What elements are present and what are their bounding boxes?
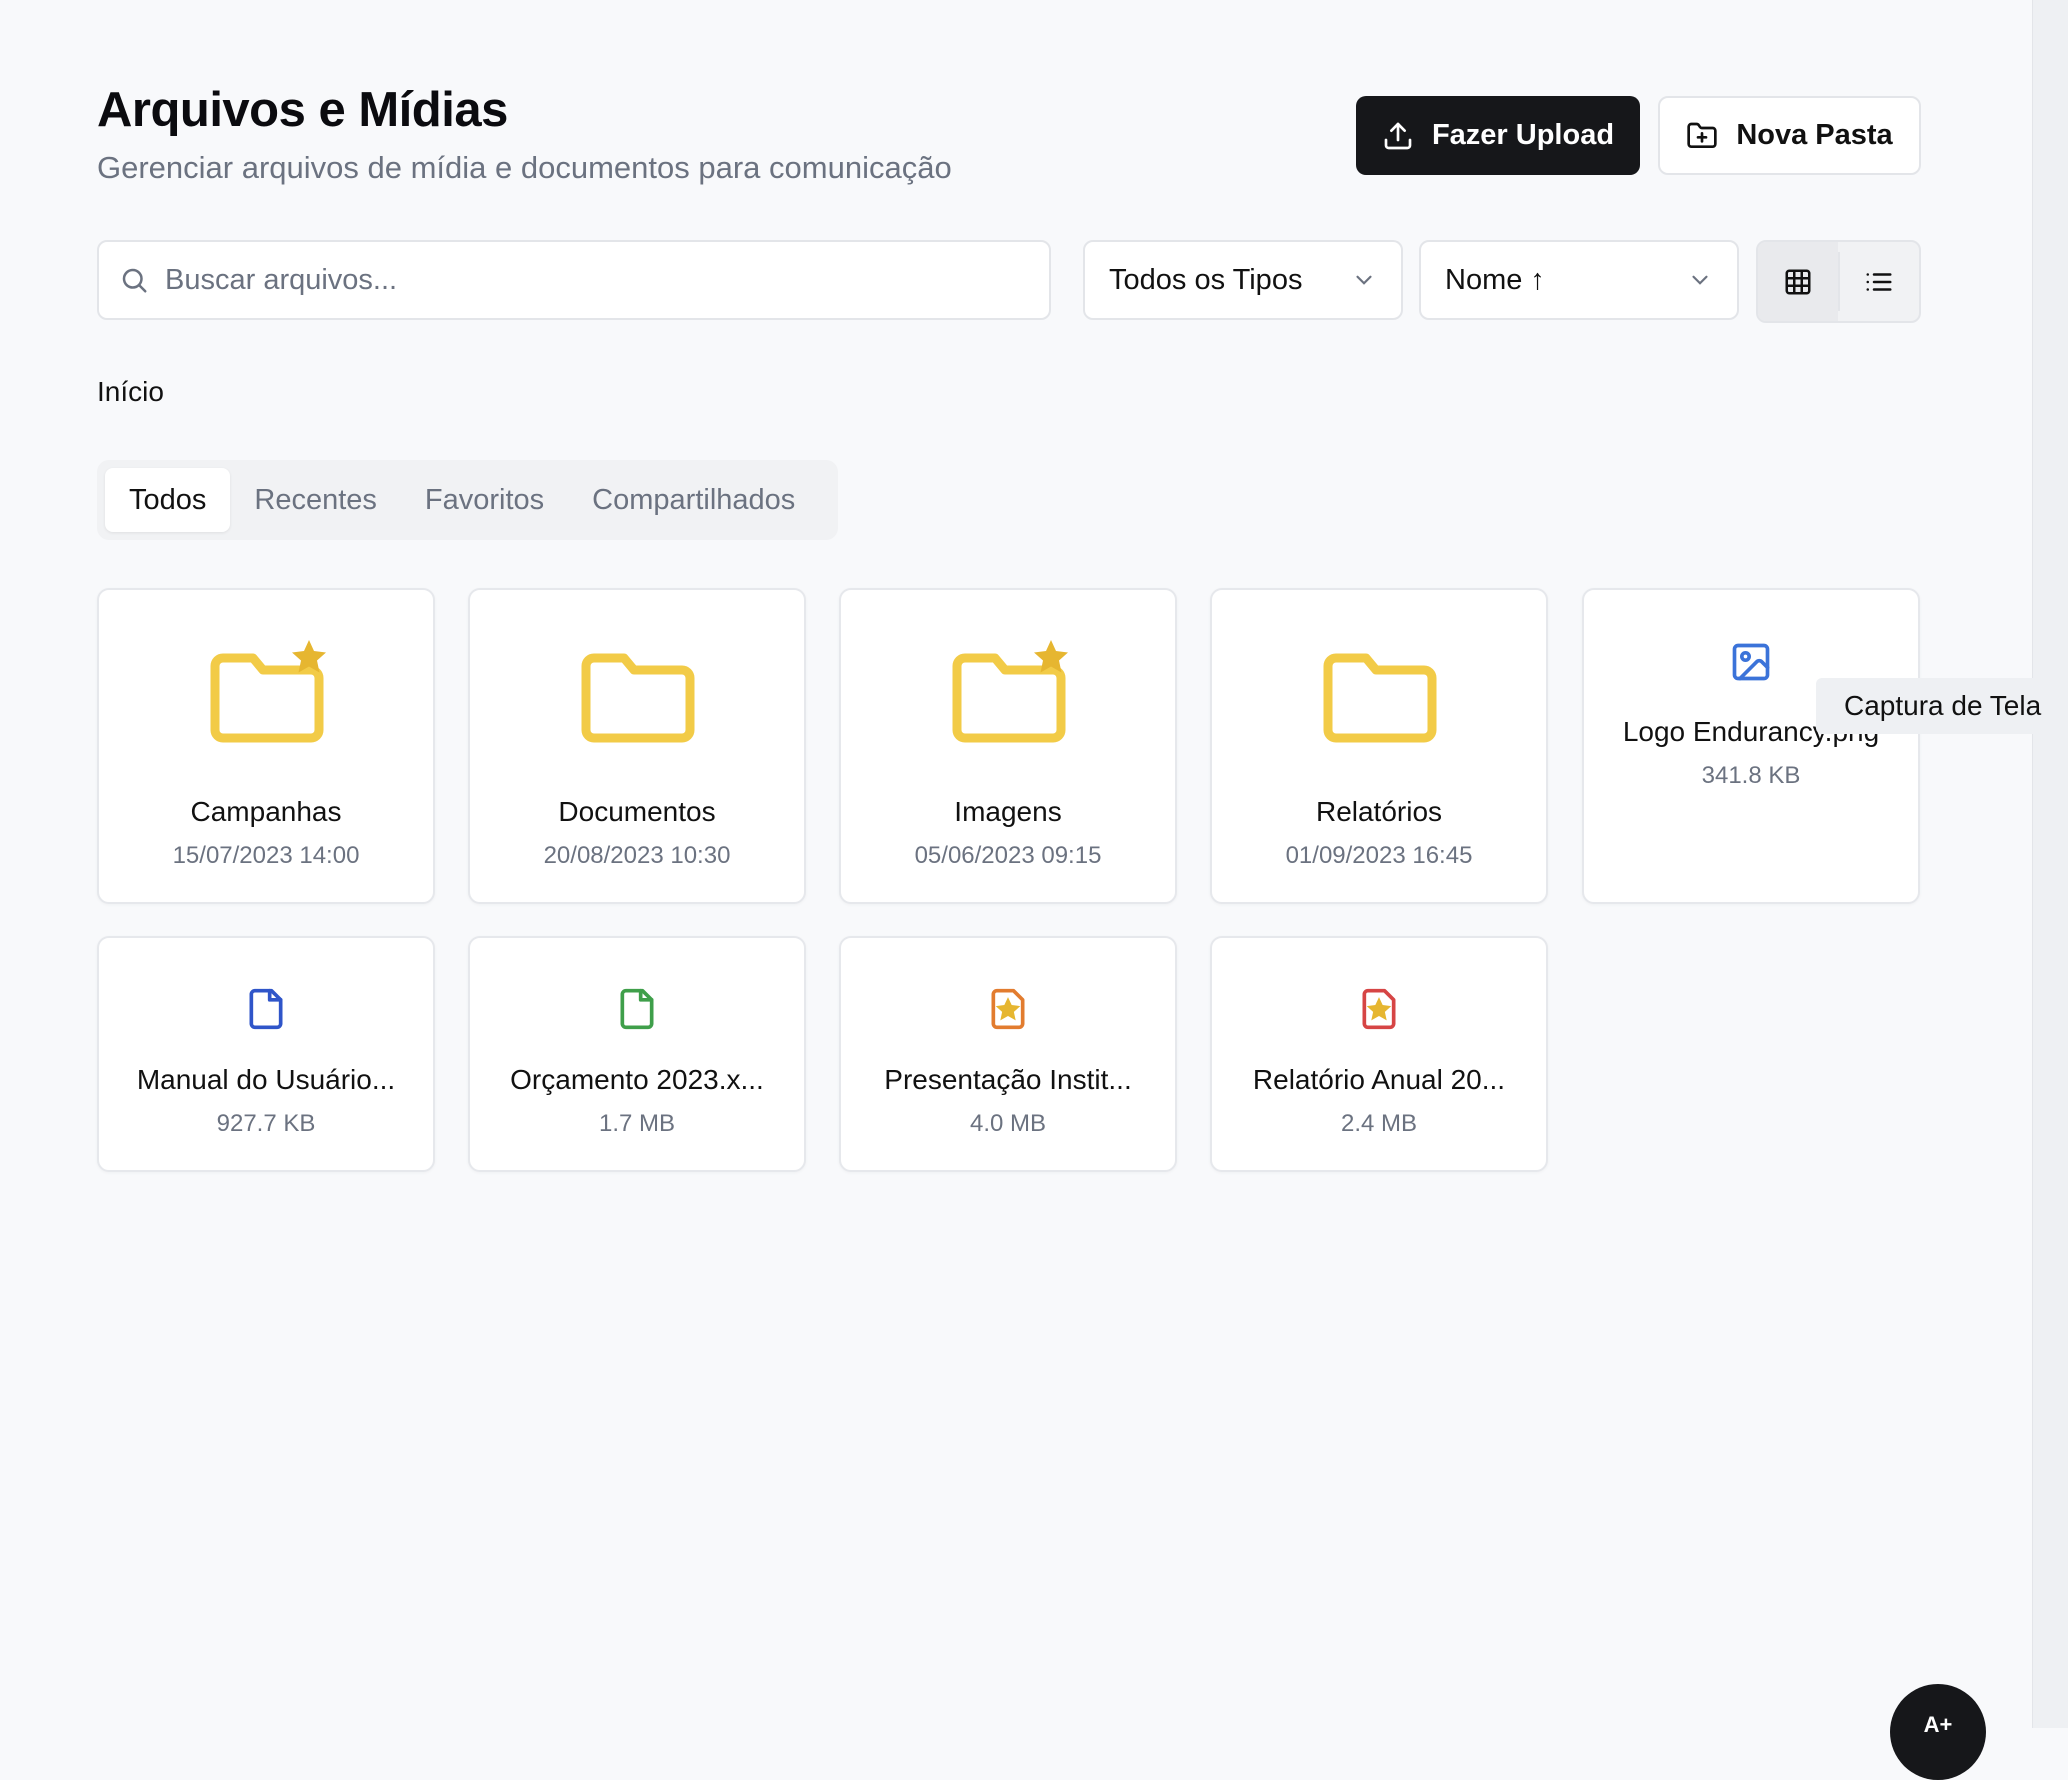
document-icon <box>249 988 283 1030</box>
grid-icon <box>1785 269 1811 294</box>
file-size: 341.8 KB <box>1701 762 1801 789</box>
pdf-icon <box>1362 988 1396 1030</box>
breadcrumb-home[interactable]: Início <box>97 376 164 408</box>
search-input[interactable] <box>163 262 1027 298</box>
tab-bar: Todos Recentes Favoritos Compartilhados <box>97 460 838 540</box>
view-toggle <box>1756 240 1921 323</box>
screenshot-tooltip: Captura de Tela <box>1816 678 2068 734</box>
star-icon <box>995 997 1021 1021</box>
folder-icon <box>581 653 695 743</box>
tab-recentes[interactable]: Recentes <box>230 468 401 532</box>
folder-date: 15/07/2023 14:00 <box>172 842 360 869</box>
type-filter-select[interactable]: Todos os Tipos <box>1083 240 1403 320</box>
folder-date: 20/08/2023 10:30 <box>543 842 731 869</box>
scrollbar[interactable] <box>2032 0 2068 1728</box>
folder-card-documentos[interactable]: Documentos 20/08/2023 10:30 <box>468 588 806 904</box>
folder-date: 05/06/2023 09:15 <box>914 842 1102 869</box>
file-name: Relatório Anual 20... <box>1252 1064 1506 1095</box>
file-card-manual[interactable]: Manual do Usuário... 927.7 KB <box>97 936 435 1172</box>
page-subtitle: Gerenciar arquivos de mídia e documentos… <box>97 150 952 185</box>
folder-name: Documentos <box>558 796 716 827</box>
new-folder-button[interactable]: Nova Pasta <box>1658 96 1921 175</box>
file-name: Orçamento 2023.x... <box>510 1064 764 1095</box>
upload-button[interactable]: Fazer Upload <box>1356 96 1640 175</box>
file-name: Presentação Instit... <box>884 1064 1132 1095</box>
fab-label: A+ <box>1923 1712 1953 1737</box>
file-manager-page: Arquivos e Mídias Gerenciar arquivos de … <box>0 0 2068 1780</box>
presentation-icon <box>991 988 1025 1030</box>
file-card-logo[interactable]: Logo Endurancy.png 341.8 KB <box>1582 588 1920 904</box>
file-size: 4.0 MB <box>969 1110 1047 1137</box>
file-size: 927.7 KB <box>216 1110 316 1137</box>
file-card-orcamento[interactable]: Orçamento 2023.x... 1.7 MB <box>468 936 806 1172</box>
folder-plus-icon <box>1687 122 1717 148</box>
file-size: 2.4 MB <box>1340 1110 1418 1137</box>
chevron-down-icon <box>1356 275 1372 285</box>
tab-favoritos[interactable]: Favoritos <box>401 468 568 532</box>
folder-card-imagens[interactable]: Imagens 05/06/2023 09:15 <box>839 588 1177 904</box>
list-icon <box>1866 272 1892 291</box>
sort-value: Nome ↑ <box>1445 263 1545 296</box>
folder-icon <box>1323 653 1437 743</box>
grid-view-button[interactable] <box>1758 242 1838 321</box>
folder-name: Campanhas <box>190 796 342 827</box>
file-card-presentacao[interactable]: Presentação Instit... 4.0 MB <box>839 936 1177 1172</box>
file-card-relatorio-anual[interactable]: Relatório Anual 20... 2.4 MB <box>1210 936 1548 1172</box>
tab-compartilhados[interactable]: Compartilhados <box>568 468 819 532</box>
star-icon <box>1366 997 1392 1021</box>
chevron-down-icon <box>1692 275 1708 285</box>
accessibility-fab[interactable]: A+ <box>1890 1684 1986 1780</box>
list-view-button[interactable] <box>1840 242 1920 321</box>
page-title: Arquivos e Mídias <box>97 83 508 137</box>
folder-card-campanhas[interactable]: Campanhas 15/07/2023 14:00 <box>97 588 435 904</box>
type-filter-value: Todos os Tipos <box>1109 263 1303 296</box>
tab-todos[interactable]: Todos <box>105 468 231 532</box>
sort-select[interactable]: Nome ↑ <box>1419 240 1739 320</box>
folder-name: Relatórios <box>1315 796 1443 827</box>
file-name: Manual do Usuário... <box>136 1064 396 1095</box>
upload-button-label: Fazer Upload <box>1431 119 1615 151</box>
search-icon <box>122 268 147 293</box>
new-folder-button-label: Nova Pasta <box>1736 119 1893 151</box>
spreadsheet-icon <box>620 988 654 1030</box>
file-size: 1.7 MB <box>598 1110 676 1137</box>
folder-card-relatorios[interactable]: Relatórios 01/09/2023 16:45 <box>1210 588 1548 904</box>
search-box[interactable] <box>97 240 1051 320</box>
folder-name: Imagens <box>954 796 1062 827</box>
folder-date: 01/09/2023 16:45 <box>1285 842 1473 869</box>
folder-icon <box>952 640 1068 743</box>
folder-icon <box>210 640 326 743</box>
upload-icon <box>1384 122 1412 149</box>
image-icon <box>1732 643 1770 681</box>
